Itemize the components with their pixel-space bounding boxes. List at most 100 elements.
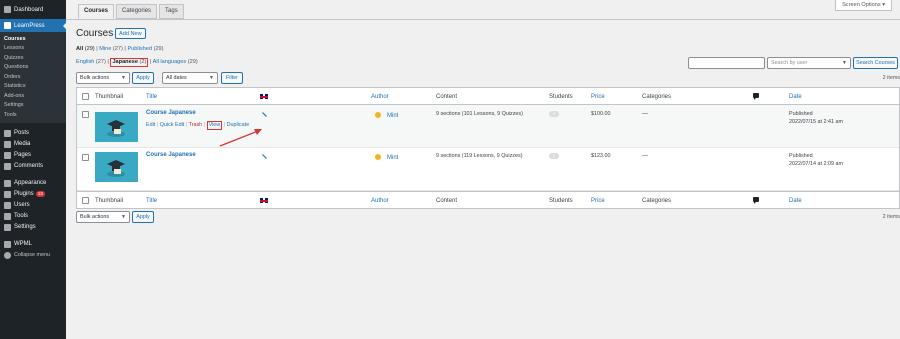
col-content-footer: Content <box>436 198 458 204</box>
filter-all[interactable]: All (29) <box>76 46 95 52</box>
col-author[interactable]: Author <box>371 94 389 100</box>
sidebar-sub-lessons[interactable]: Lessons <box>0 44 66 54</box>
author-avatar <box>375 154 381 160</box>
uk-flag-icon <box>260 198 268 203</box>
edit-link[interactable]: Edit <box>146 122 155 128</box>
status-filter-links: All (29) | Mine (27) | Published (29) <box>76 46 164 52</box>
tab-tags[interactable]: Tags <box>159 4 184 19</box>
row-checkbox[interactable] <box>82 154 89 161</box>
lang-english[interactable]: English (27) <box>76 59 106 65</box>
sidebar-item-appearance[interactable]: Appearance <box>0 178 66 189</box>
add-new-button[interactable]: Add New <box>115 28 146 39</box>
sidebar-item-plugins[interactable]: Plugins 13 <box>0 189 66 200</box>
brush-icon <box>4 179 11 187</box>
trash-link[interactable]: Trash <box>189 122 203 128</box>
chevron-down-icon: ▼ <box>209 75 214 81</box>
pencil-icon[interactable] <box>262 112 267 117</box>
screen-options-button[interactable]: Screen Options ▾ <box>835 0 892 11</box>
sidebar-sub-courses[interactable]: Courses <box>0 34 66 44</box>
date-filter-select[interactable]: All dates ▼ <box>162 72 218 84</box>
students-count: 0 <box>549 153 559 159</box>
sidebar-item-learnpress[interactable]: LearnPress <box>0 19 67 32</box>
sidebar-item-users[interactable]: Users <box>0 200 66 211</box>
table-row: Course Japanese Edit | Quick Edit | Tras… <box>77 105 899 148</box>
tab-categories[interactable]: Categories <box>116 4 158 19</box>
sidebar-item-tools[interactable]: Tools <box>0 211 66 222</box>
col-title[interactable]: Title <box>146 94 157 100</box>
author-avatar <box>375 112 381 118</box>
row-checkbox[interactable] <box>82 111 89 118</box>
col-categories: Categories <box>642 94 672 100</box>
bulk-actions-select-top[interactable]: Bulk actions ▼ <box>76 72 130 84</box>
filter-published[interactable]: Published (29) <box>127 46 163 52</box>
main-content: Courses Categories Tags Screen Options ▾… <box>66 0 900 339</box>
select-all-checkbox[interactable] <box>82 93 89 100</box>
course-content: 9 sections (101 Lessons, 9 Quizzes) <box>436 111 523 117</box>
course-title-link[interactable]: Course Japanese <box>146 110 196 116</box>
quick-edit-link[interactable]: Quick Edit <box>160 122 185 128</box>
pages-icon <box>4 151 11 159</box>
sidebar-sub-statistics[interactable]: Statistics <box>0 82 66 92</box>
sidebar-item-pages[interactable]: Pages <box>0 150 66 161</box>
apply-button-top[interactable]: Apply <box>132 72 154 84</box>
sidebar-sub-quizzes[interactable]: Quizzes <box>0 53 66 63</box>
table-row: Course Japanese Mint 9 sections (119 Les… <box>77 148 899 191</box>
language-filter-links: English (27) | Japanese (2) | All langua… <box>76 58 198 67</box>
sidebar-item-posts[interactable]: Posts <box>0 128 66 139</box>
graduation-cap-icon <box>107 120 125 137</box>
sidebar-item-settings[interactable]: Settings <box>0 222 66 233</box>
col-students: Students <box>549 94 573 100</box>
col-title-footer[interactable]: Title <box>146 198 157 204</box>
filter-button[interactable]: Filter <box>221 72 243 84</box>
learnpress-submenu: Courses Lessons Quizzes Questions Orders… <box>0 32 66 123</box>
course-thumbnail[interactable] <box>95 112 138 142</box>
apply-button-bottom[interactable]: Apply <box>132 211 154 223</box>
students-count: 0 <box>549 111 559 117</box>
tab-courses[interactable]: Courses <box>78 4 115 19</box>
course-status: Published <box>789 111 813 117</box>
course-date: 2022/07/15 at 2:41 am <box>789 119 843 125</box>
col-date-footer[interactable]: Date <box>789 198 802 204</box>
col-price[interactable]: Price <box>591 94 605 100</box>
sidebar-sub-questions[interactable]: Questions <box>0 63 66 73</box>
lang-all[interactable]: All languages (29) <box>153 59 198 65</box>
sidebar-item-comments[interactable]: Comments <box>0 161 66 172</box>
col-price-footer[interactable]: Price <box>591 198 605 204</box>
sidebar-item-wpml[interactable]: WPML <box>0 239 66 250</box>
items-count-bottom: 2 items <box>882 214 900 220</box>
bulk-actions-select-bottom[interactable]: Bulk actions ▼ <box>76 211 130 223</box>
comments-column-icon <box>753 197 759 204</box>
page-title: Courses <box>76 28 114 39</box>
lang-japanese-highlight[interactable]: Japanese (2) <box>110 58 149 67</box>
sidebar-sub-orders[interactable]: Orders <box>0 72 66 82</box>
search-by-user-select[interactable]: Search by user ▼ <box>767 57 851 69</box>
chevron-down-icon: ▼ <box>842 60 847 66</box>
sidebar-item-dashboard[interactable]: Dashboard <box>0 4 66 15</box>
col-author-footer[interactable]: Author <box>371 198 389 204</box>
pencil-icon[interactable] <box>262 154 267 159</box>
sidebar-sub-settings[interactable]: Settings <box>0 101 66 111</box>
col-date[interactable]: Date <box>789 94 802 100</box>
course-status: Published <box>789 153 813 159</box>
plugin-icon <box>4 190 11 198</box>
sidebar-sub-tools[interactable]: Tools <box>0 110 66 120</box>
select-all-checkbox-bottom[interactable] <box>82 197 89 204</box>
pin-icon <box>4 129 11 137</box>
sidebar-item-media[interactable]: Media <box>0 139 66 150</box>
plugins-update-badge: 13 <box>35 191 45 197</box>
learnpress-icon <box>4 22 11 29</box>
sidebar-sub-addons[interactable]: Add-ons <box>0 91 66 101</box>
col-students-footer: Students <box>549 198 573 204</box>
course-thumbnail[interactable] <box>95 152 138 182</box>
table-header: Thumbnail Title Author Content Students … <box>77 88 899 105</box>
filter-mine[interactable]: Mine (27) <box>99 46 123 52</box>
search-courses-button[interactable]: Search Courses <box>853 57 898 69</box>
author-link[interactable]: Mint <box>387 155 398 161</box>
search-input[interactable] <box>688 57 765 69</box>
author-link[interactable]: Mint <box>387 113 398 119</box>
uk-flag-icon <box>260 94 268 99</box>
col-thumbnail: Thumbnail <box>95 94 124 100</box>
comments-column-icon <box>753 93 759 100</box>
collapse-menu-button[interactable]: Collapse menu <box>0 250 66 261</box>
course-title-link[interactable]: Course Japanese <box>146 152 196 158</box>
